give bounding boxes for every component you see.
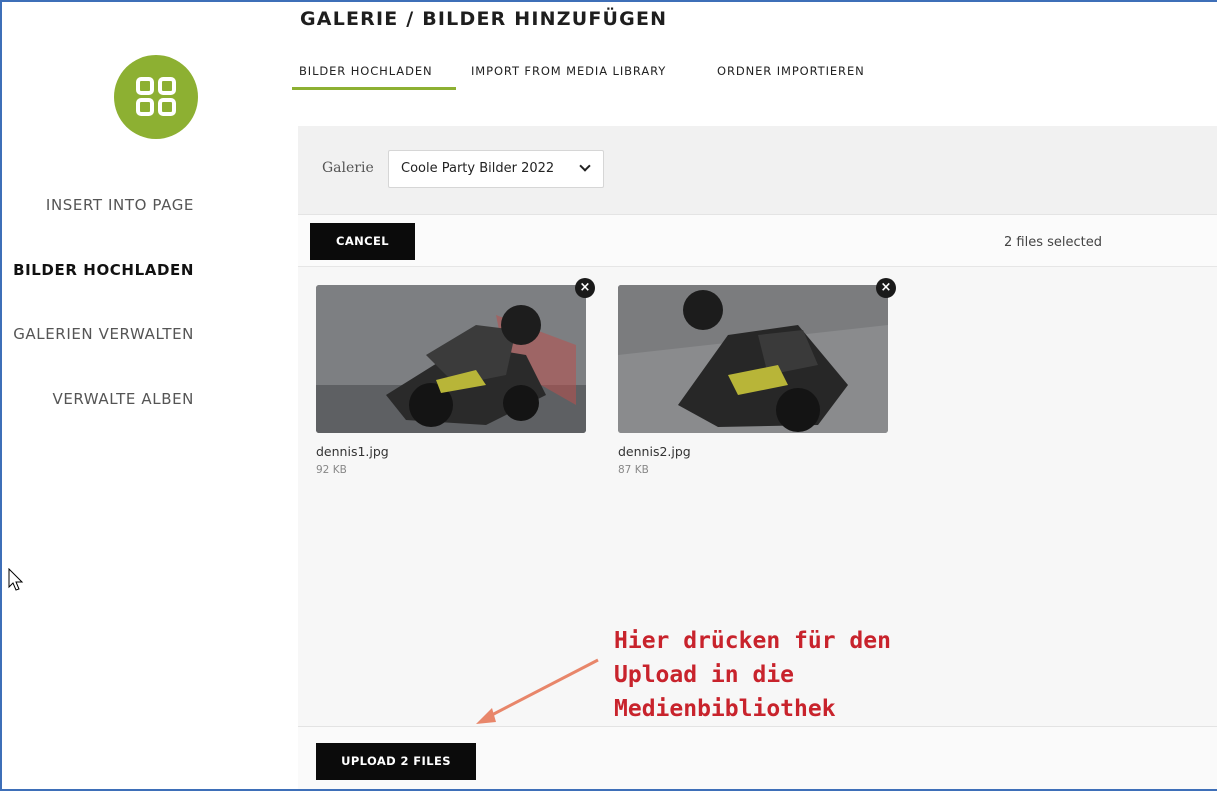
file-name: dennis2.jpg <box>618 444 691 459</box>
annotation-arrow-icon <box>476 658 599 724</box>
sidebar-item-verwalte-alben[interactable]: VERWALTE ALBEN <box>52 390 194 408</box>
sidebar-item-bilder-hochladen[interactable]: BILDER HOCHLADEN <box>13 261 194 279</box>
upload-files-button[interactable]: UPLOAD 2 FILES <box>316 743 476 780</box>
file-size: 87 KB <box>618 464 649 476</box>
motorcycle-photo-icon <box>618 285 888 433</box>
annotation-callout: Hier drücken für den Upload in die Medie… <box>614 628 891 722</box>
upload-footer: UPLOAD 2 FILES <box>298 726 1217 791</box>
tab-bilder-hochladen[interactable]: BILDER HOCHLADEN <box>292 64 456 90</box>
mouse-cursor-icon <box>8 568 24 591</box>
file-thumbnail <box>316 285 586 433</box>
sidebar-item-galerien-verwalten[interactable]: GALERIEN VERWALTEN <box>13 325 194 343</box>
gallery-select-value: Coole Party Bilder 2022 <box>401 161 555 176</box>
file-thumbnail <box>618 285 888 433</box>
app-logo-icon <box>114 55 198 139</box>
page-title: GALERIE / BILDER HINZUFÜGEN <box>300 8 668 30</box>
file-name: dennis1.jpg <box>316 444 389 459</box>
chevron-down-icon <box>579 160 591 172</box>
files-selected-count: 2 files selected <box>1004 235 1102 250</box>
sidebar-item-insert-into-page[interactable]: INSERT INTO PAGE <box>46 196 194 214</box>
remove-file-icon[interactable]: × <box>876 278 896 298</box>
sidebar: INSERT INTO PAGE BILDER HOCHLADEN GALERI… <box>2 2 222 789</box>
upload-toolbar: CANCEL 2 files selected <box>298 215 1217 267</box>
file-size: 92 KB <box>316 464 347 476</box>
cancel-button[interactable]: CANCEL <box>310 223 415 260</box>
gallery-label: Galerie <box>322 160 374 176</box>
tab-ordner-importieren[interactable]: ORDNER IMPORTIEREN <box>710 64 872 90</box>
remove-file-icon[interactable]: × <box>575 278 595 298</box>
gallery-select[interactable]: Coole Party Bilder 2022 <box>388 150 604 188</box>
tab-import-media-library[interactable]: IMPORT FROM MEDIA LIBRARY <box>464 64 673 90</box>
motorcycle-photo-icon <box>316 285 586 433</box>
